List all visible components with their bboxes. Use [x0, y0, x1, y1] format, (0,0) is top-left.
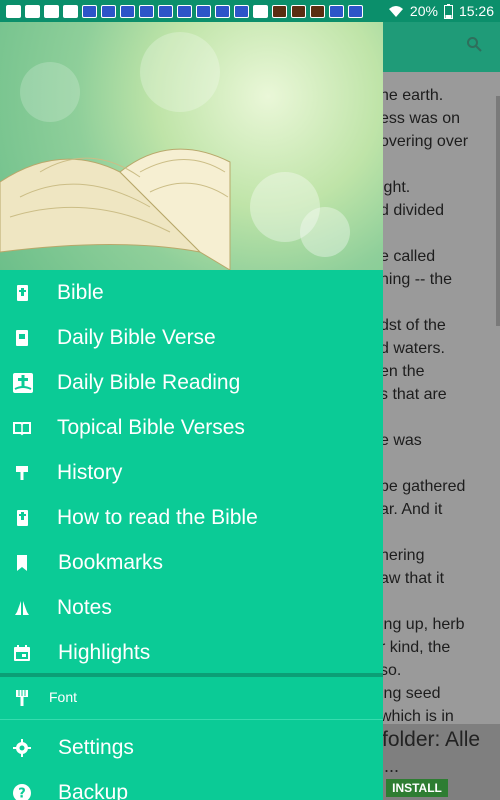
menu-divider: [0, 673, 383, 677]
bible-text-line: aw that it: [380, 570, 445, 587]
app-notification-icon: [272, 4, 287, 18]
bible-text-line: he earth.: [380, 87, 444, 104]
bible-text-line: dst of the: [380, 317, 446, 334]
clock: 15:26: [458, 3, 494, 19]
bible-text-line: hering: [380, 547, 425, 564]
app-notification-icon: [234, 4, 249, 18]
open-book-illustration: [0, 148, 231, 270]
chat-notification-icon: [6, 4, 21, 18]
bible-text-line: ing seed: [380, 685, 441, 702]
bible-text-line: ess was on: [380, 110, 461, 127]
menu-item-bookmarks[interactable]: Bookmarks: [0, 540, 383, 585]
bible-text-line: so.: [380, 662, 402, 679]
system-status: 20% 15:26: [388, 3, 494, 19]
calendar-icon: [14, 644, 30, 661]
font-brush-icon: [16, 690, 28, 706]
bible-text-line: s that are: [380, 386, 447, 403]
drawer-header-image: [0, 22, 383, 270]
app-notification-icon: [120, 4, 135, 18]
install-button[interactable]: INSTALL: [386, 779, 448, 797]
search-icon[interactable]: [466, 36, 482, 52]
navigation-drawer: Bible Daily Bible Verse Daily Bible Read…: [0, 22, 383, 800]
app-notification-icon: [101, 4, 116, 18]
svg-text:?: ?: [18, 786, 26, 800]
menu-item-highlights[interactable]: Highlights: [0, 630, 383, 675]
menu-item-daily-bible-verse[interactable]: Daily Bible Verse: [0, 315, 383, 360]
bible-cross-icon: [17, 509, 28, 526]
notification-icons: [6, 4, 388, 18]
praying-hands-icon: [15, 600, 29, 615]
menu-divider: [0, 719, 383, 720]
app-notification-icon: [329, 4, 344, 18]
battery-percent: 20%: [409, 3, 438, 19]
menu-item-bible[interactable]: Bible: [0, 270, 383, 315]
help-icon: ?: [13, 783, 31, 800]
status-bar: 20% 15:26: [0, 0, 500, 22]
app-notification-icon: [82, 4, 97, 18]
app-notification-icon: [215, 4, 230, 18]
bible-icon: [17, 284, 28, 301]
bookmark-icon: [17, 554, 27, 571]
menu-item-history[interactable]: History: [0, 450, 383, 495]
bible-text-line: d waters.: [380, 340, 445, 357]
bible-text-line: d divided: [380, 202, 445, 219]
menu-item-font[interactable]: Font: [0, 682, 383, 714]
menu-item-notes[interactable]: Notes: [0, 585, 383, 630]
app-notification-icon: [291, 4, 306, 18]
bible-text-line: e called: [380, 248, 436, 265]
menu-item-settings[interactable]: Settings: [0, 725, 383, 770]
dropbox-notification-icon: [25, 4, 40, 18]
bible-text-line: r kind, the: [380, 639, 451, 656]
daily-verse-icon: [16, 329, 28, 346]
history-brush-icon: [16, 465, 28, 480]
scrollbar[interactable]: [496, 96, 500, 326]
app-notification-icon: [348, 4, 363, 18]
menu-item-daily-bible-reading[interactable]: Daily Bible Reading: [0, 360, 383, 405]
bible-text-line: overing over: [380, 133, 469, 150]
app-notification-icon: [139, 4, 154, 18]
daily-reading-icon: [13, 372, 33, 393]
sync-notification-icon: [253, 4, 268, 18]
bible-text-line: e was: [380, 432, 422, 449]
bible-text-line: ing up, herb: [380, 616, 465, 633]
battery-icon: [443, 3, 453, 19]
app-notification-icon: [310, 4, 325, 18]
app-notification-icon: [196, 4, 211, 18]
wifi-icon: [388, 5, 403, 17]
download-notification-icon: [44, 4, 59, 18]
ad-title: folder: Alle: [382, 728, 481, 751]
ad-ellipsis: ...: [384, 756, 400, 776]
gmail-notification-icon: [63, 4, 78, 18]
app-notification-icon: [158, 4, 173, 18]
menu-item-how-to-read-the-bible[interactable]: How to read the Bible: [0, 495, 383, 540]
app-notification-icon: [177, 4, 192, 18]
gear-icon: [13, 738, 31, 757]
bible-text-line: ar. And it: [380, 501, 443, 518]
bible-text-line: en the: [380, 363, 425, 380]
open-book-icon: [13, 421, 31, 435]
menu-item-backup[interactable]: ? Backup: [0, 770, 383, 800]
bible-text-line: ning -- the: [380, 271, 453, 288]
bible-text-line: be gathered: [380, 478, 466, 495]
bible-text-line: ight.: [380, 179, 411, 196]
menu-item-topical-bible-verses[interactable]: Topical Bible Verses: [0, 405, 383, 450]
